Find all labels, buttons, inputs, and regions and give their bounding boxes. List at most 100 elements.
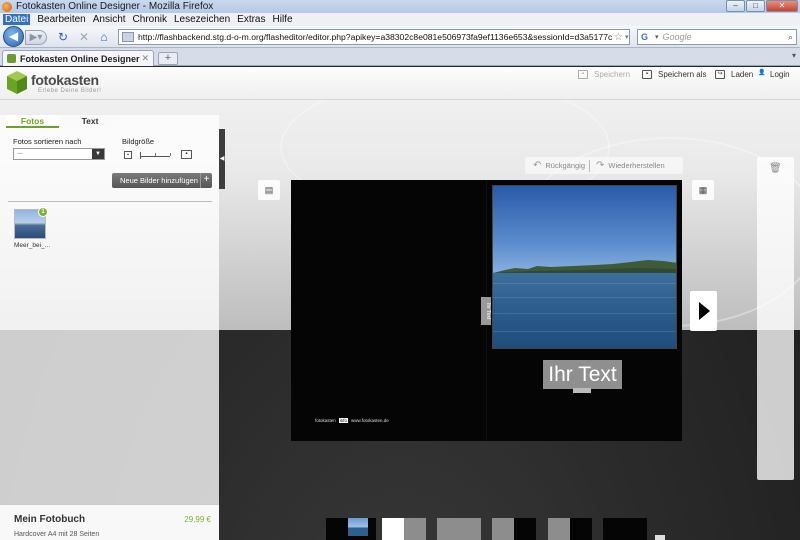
window-title: Fotokasten Online Designer - Mozilla Fir… — [16, 1, 214, 12]
text-placeholder: Ihr Text — [548, 363, 617, 386]
panel-tabs: Fotos Text — [6, 115, 120, 128]
undo-label: Rückgängig — [545, 161, 585, 170]
photo-frame[interactable] — [492, 185, 677, 349]
save-as-label: Speichern als — [658, 69, 707, 79]
divider — [8, 201, 212, 202]
sea-area — [493, 273, 676, 348]
image-size-slider[interactable]: ▪ ▪ — [124, 150, 192, 161]
search-engine-dropdown-icon[interactable]: ▾ — [655, 33, 659, 41]
undo-icon: ↶ — [533, 160, 542, 171]
left-page-layout-button[interactable]: ▤ — [258, 180, 280, 200]
home-icon[interactable]: ⌂ — [97, 30, 111, 44]
page-strip-scroll-button[interactable] — [655, 535, 665, 540]
usage-count-badge: 1 — [38, 207, 48, 217]
save-icon: ▪ — [578, 69, 588, 79]
text-resize-handle[interactable] — [573, 388, 591, 393]
save-as-button[interactable]: ▪ Speichern als — [642, 67, 706, 81]
fotokasten-logo-icon — [7, 71, 27, 94]
footer-brand-box: info — [338, 418, 349, 423]
navigation-toolbar: ◀ ▶▾ ↻ ✕ ⌂ http://flashbackend.stg.d-o-m… — [0, 26, 800, 48]
forward-button[interactable]: ▶▾ — [25, 30, 47, 45]
left-panel: Fotos Text Fotos sortieren nach ... ▼ Bi… — [0, 115, 219, 540]
next-page-button[interactable] — [690, 291, 717, 331]
browser-tab[interactable]: Fotokasten Online Designer ✕ — [2, 50, 154, 66]
sort-select[interactable]: ... ▼ — [13, 148, 105, 160]
undo-button[interactable]: ↶ Rückgängig — [525, 160, 585, 171]
url-dropdown-icon[interactable]: ▾ — [625, 33, 629, 41]
stop-icon[interactable]: ✕ — [77, 30, 91, 44]
slider-tick — [170, 153, 171, 156]
text-field[interactable]: Ihr Text — [543, 360, 622, 393]
large-image-icon: ▪ — [181, 150, 192, 159]
right-page-layout-button[interactable]: ▦ — [692, 180, 714, 200]
firefox-icon — [2, 1, 12, 12]
add-images-label: Neue Bilder hinzufügen — [120, 176, 198, 185]
save-label: Speichern — [594, 69, 631, 79]
minimize-button[interactable]: – — [726, 0, 745, 12]
page-thumbnail[interactable] — [548, 518, 592, 540]
menu-ansicht[interactable]: Ansicht — [93, 14, 126, 25]
tab-text[interactable]: Text — [61, 115, 119, 128]
menu-extras[interactable]: Extras — [237, 14, 265, 25]
login-button[interactable]: 👤 Login — [757, 67, 789, 81]
search-input[interactable]: Google — [663, 32, 788, 42]
load-button[interactable]: ↪ Laden — [715, 67, 753, 81]
menu-bearbeiten[interactable]: Bearbeiten — [37, 14, 85, 25]
maximize-button[interactable]: □ — [746, 0, 765, 12]
reload-icon[interactable]: ↻ — [56, 30, 70, 44]
add-images-button[interactable]: Neue Bilder hinzufügen + — [112, 173, 212, 188]
redo-button[interactable]: ↷ Wiederherstellen — [594, 160, 665, 171]
page-thumbnail[interactable] — [382, 518, 426, 540]
save-as-icon: ▪ — [642, 69, 652, 79]
new-tab-button[interactable]: + — [158, 52, 178, 65]
window-controls: – □ ✕ — [726, 0, 798, 12]
fotokasten-favicon — [7, 54, 16, 63]
menu-hilfe[interactable]: Hilfe — [273, 14, 293, 25]
close-tab-icon[interactable]: ✕ — [141, 53, 149, 64]
url-text: http://flashbackend.stg.d-o-m.org/flashe… — [138, 32, 612, 42]
photo-filename: Meer_bei_... — [14, 242, 51, 249]
book-footer-logo: fotokasten info www.fotokasten.de — [315, 417, 399, 424]
url-bar[interactable]: http://flashbackend.stg.d-o-m.org/flashe… — [118, 29, 630, 45]
menu-bar: Datei Bearbeiten Ansicht Chronik Lesezei… — [0, 13, 800, 26]
photobook-spread[interactable]: Ihr Text Ihr Text fotokasten info www.fo… — [291, 180, 682, 441]
footer-brand: fotokasten — [315, 418, 336, 423]
page-thumbnail[interactable] — [603, 518, 647, 540]
save-button[interactable]: ▪ Speichern — [578, 67, 630, 81]
search-bar[interactable]: G ▾ Google ⌕ — [637, 29, 797, 45]
slider-knob[interactable] — [140, 152, 141, 159]
load-label: Laden — [731, 69, 754, 79]
tab-photos[interactable]: Fotos — [6, 115, 59, 128]
back-button[interactable]: ◀ — [3, 26, 24, 47]
footer-url: www.fotokasten.de — [351, 418, 389, 423]
page-thumbnail[interactable] — [326, 518, 376, 540]
close-window-button[interactable]: ✕ — [766, 0, 798, 12]
separator — [589, 159, 590, 172]
page-thumbnail[interactable] — [437, 518, 481, 540]
load-icon: ↪ — [715, 69, 725, 79]
sea-ripple — [493, 297, 676, 298]
google-icon[interactable]: G — [641, 32, 653, 43]
collapse-panel-handle[interactable]: ◀ — [219, 129, 225, 189]
page-thumbnail[interactable] — [492, 518, 536, 540]
coastline-graphic — [493, 260, 676, 274]
trash-icon[interactable]: 🗑 — [769, 163, 782, 175]
tab-title: Fotokasten Online Designer — [20, 53, 140, 64]
window-titlebar: Fotokasten Online Designer - Mozilla Fir… — [0, 0, 800, 13]
menu-datei[interactable]: Datei — [3, 14, 31, 25]
photo-thumbnail[interactable]: 1 — [14, 207, 48, 239]
designer-app: fotokasten Erlebe Deine Bilder! ▪ Speich… — [0, 67, 800, 540]
sea-ripple — [493, 283, 676, 284]
site-identity-icon[interactable] — [122, 32, 134, 42]
product-description: Hardcover A4 mit 28 Seiten — [14, 531, 100, 538]
logo-text: fotokasten — [31, 72, 99, 88]
search-icon[interactable]: ⌕ — [788, 32, 793, 43]
sort-value: ... — [17, 149, 23, 156]
photo-text-handle[interactable]: Ihr Text — [481, 297, 491, 325]
menu-lesezeichen[interactable]: Lesezeichen — [174, 14, 230, 25]
tab-list-icon[interactable]: ▾ — [792, 51, 796, 60]
logo-tagline: Erlebe Deine Bilder! — [38, 88, 102, 94]
bookmark-star-icon[interactable]: ☆ — [614, 32, 623, 43]
menu-chronik[interactable]: Chronik — [133, 14, 167, 25]
chevron-down-icon[interactable]: ▼ — [92, 149, 104, 159]
